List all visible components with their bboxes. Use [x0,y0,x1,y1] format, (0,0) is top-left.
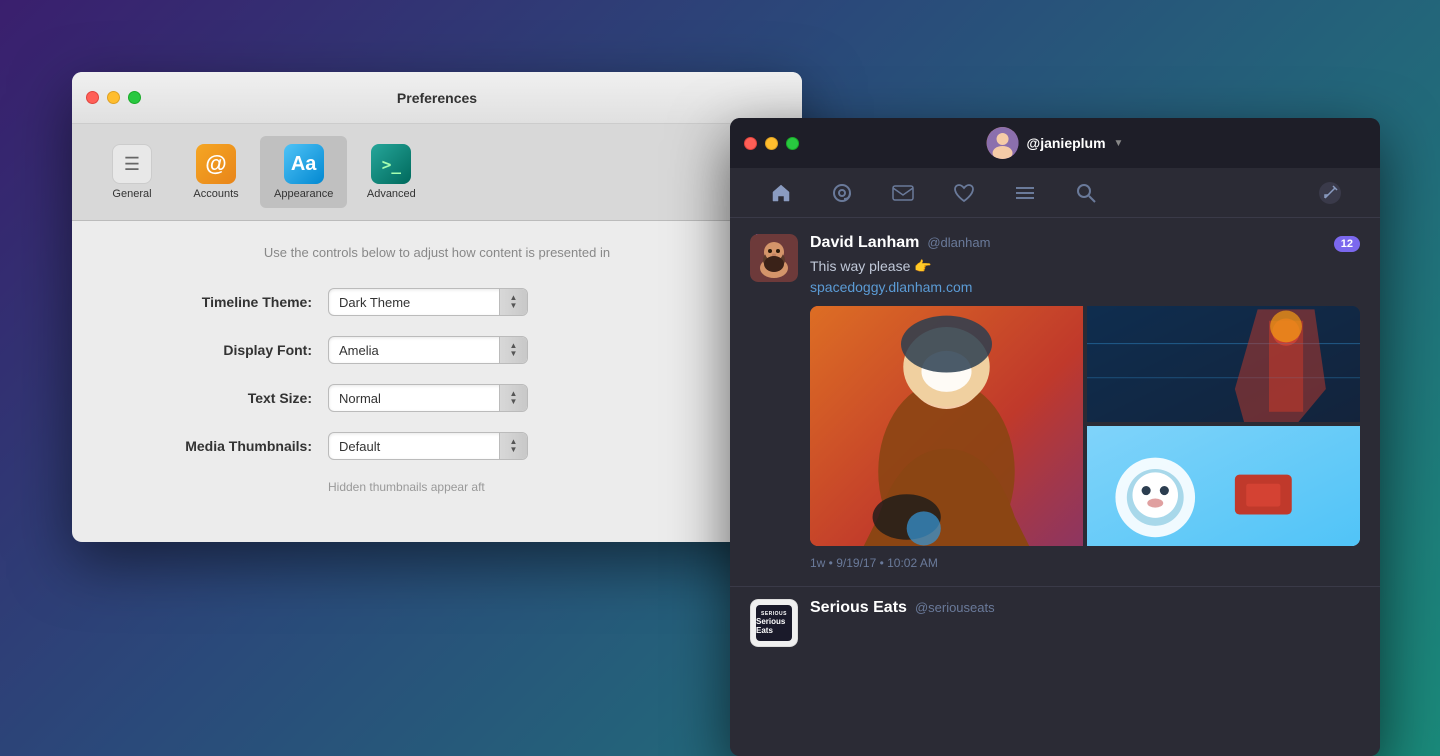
profile-area[interactable]: @janieplum ▼ [987,127,1124,159]
tweet-close-button[interactable] [744,137,757,150]
tab-advanced[interactable]: >_ Advanced [351,136,431,208]
eats-avatar: SERIOUS Serious Eats [750,599,798,647]
tweetbot-topnav [730,168,1380,218]
eats-tweet-body: Serious Eats @seriouseats [810,599,1360,621]
nav-home-icon[interactable] [750,168,811,217]
david-avatar-image [750,234,798,282]
tab-accounts-label: Accounts [193,188,238,200]
media-thumbnails-value: Default [329,439,499,454]
preferences-toolbar: ☰ General @ Accounts Aa Appearance >_ Ad… [72,124,802,221]
dropdown-arrow-icon: ▼ [1114,138,1124,149]
media-thumbnails-row: Media Thumbnails: Default ▲ ▼ [112,432,762,460]
text-size-row: Text Size: Normal ▲ ▼ [112,384,762,412]
tab-advanced-label: Advanced [367,188,416,200]
nav-likes-icon[interactable] [933,168,994,217]
advanced-icon: >_ [371,144,411,184]
tweetbot-window: @janieplum ▼ [730,118,1380,756]
nav-mentions-icon[interactable] [811,168,872,217]
nav-lists-icon[interactable] [994,168,1055,217]
minimize-button[interactable] [107,91,120,104]
select-arrows-4: ▲ ▼ [499,433,527,459]
timeline-theme-value: Dark Theme [329,295,499,310]
tweet-name-row: David Lanham @dlanham 12 [810,234,1360,252]
tab-appearance[interactable]: Aa Appearance [260,136,347,208]
display-font-row: Display Font: Amelia ▲ ▼ [112,336,762,364]
appearance-icon: Aa [284,144,324,184]
eats-author-name: Serious Eats [810,599,907,617]
traffic-lights [86,91,141,104]
timeline-theme-label: Timeline Theme: [112,294,312,310]
eats-name-row: Serious Eats @seriouseats [810,599,1360,617]
profile-username: @janieplum [1027,135,1106,151]
media-thumbnails-label: Media Thumbnails: [112,438,312,454]
tweet-text: This way please 👉 spacedoggy.dlanham.com [810,256,1360,298]
tweet-maximize-button[interactable] [786,137,799,150]
timeline-theme-select[interactable]: Dark Theme ▲ ▼ [328,288,528,316]
accounts-icon: @ [196,144,236,184]
tweet-author-name: David Lanham [810,234,919,252]
window-title: Preferences [397,90,477,106]
nav-spacer [1116,168,1299,217]
tweet-timestamp: 1w • 9/19/17 • 10:02 AM [810,556,1360,570]
prefs-description: Use the controls below to adjust how con… [112,245,762,260]
close-button[interactable] [86,91,99,104]
maximize-button[interactable] [128,91,141,104]
eats-author-handle: @seriouseats [915,600,995,615]
tweet-images [810,306,1360,546]
tweet-card-eats: SERIOUS Serious Eats Serious Eats @serio… [730,587,1380,659]
display-font-label: Display Font: [112,342,312,358]
eats-logo-text: Serious Eats [756,617,792,635]
select-arrows-3: ▲ ▼ [499,385,527,411]
select-arrows: ▲ ▼ [499,289,527,315]
tweet-badge: 12 [1334,236,1360,252]
profile-avatar [987,127,1019,159]
tweet-image-1 [810,306,1083,546]
display-font-select[interactable]: Amelia ▲ ▼ [328,336,528,364]
tweetbot-titlebar: @janieplum ▼ [730,118,1380,168]
tweet-card-david: David Lanham @dlanham 12 This way please… [730,218,1380,587]
select-arrows-2: ▲ ▼ [499,337,527,363]
tab-accounts[interactable]: @ Accounts [176,136,256,208]
tweet-minimize-button[interactable] [765,137,778,150]
nav-compose-icon[interactable] [1299,168,1360,217]
timeline-theme-row: Timeline Theme: Dark Theme ▲ ▼ [112,288,762,316]
preferences-titlebar: Preferences [72,72,802,124]
text-size-label: Text Size: [112,390,312,406]
nav-search-icon[interactable] [1055,168,1116,217]
tab-general[interactable]: ☰ General [92,136,172,208]
tweet-image-2 [1087,306,1360,422]
tweet-image-3 [1087,426,1360,546]
preferences-window: Preferences ☰ General @ Accounts Aa Appe… [72,72,802,542]
prefs-footnote: Hidden thumbnails appear aft [112,480,762,494]
general-icon: ☰ [112,144,152,184]
tweet-author-handle: @dlanham [927,235,990,250]
tweet-feed[interactable]: David Lanham @dlanham 12 This way please… [730,218,1380,756]
nav-messages-icon[interactable] [872,168,933,217]
preferences-content: Use the controls below to adjust how con… [72,221,802,518]
tweet-link[interactable]: spacedoggy.dlanham.com [810,279,972,295]
media-thumbnails-select[interactable]: Default ▲ ▼ [328,432,528,460]
tweet-traffic-lights [744,137,799,150]
text-size-select[interactable]: Normal ▲ ▼ [328,384,528,412]
tab-appearance-label: Appearance [274,188,333,200]
tweet-body: David Lanham @dlanham 12 This way please… [810,234,1360,570]
text-size-value: Normal [329,391,499,406]
tweet-header: David Lanham @dlanham 12 This way please… [750,234,1360,570]
david-avatar [750,234,798,282]
tab-general-label: General [112,188,151,200]
display-font-value: Amelia [329,343,499,358]
